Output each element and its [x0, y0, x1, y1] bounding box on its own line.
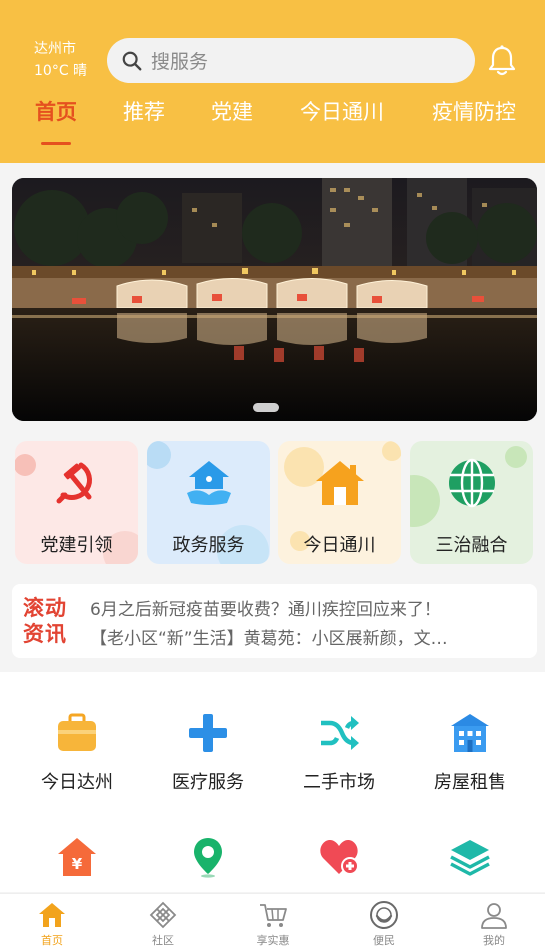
service-label: 今日达州 — [41, 772, 113, 793]
category-card-tongchuan[interactable]: 今日通川 — [278, 441, 401, 564]
user-icon — [481, 903, 507, 929]
news-ticker[interactable]: 滚动资讯 6月之后新冠疫苗要收费？通川疾控回应来了！ 【老小区“新”生活】黄葛苑… — [12, 584, 537, 658]
smile-chat-icon — [370, 901, 398, 929]
city-label: 达州市 — [34, 41, 76, 57]
active-tab-indicator — [41, 142, 71, 145]
service-today-dazhou[interactable]: 今日达州 — [12, 712, 142, 794]
carousel-indicator[interactable] — [253, 403, 279, 412]
shuffle-icon — [321, 716, 359, 750]
news-item[interactable]: 【老小区“新”生活】黄葛苑：小区展新颜，文… — [90, 624, 510, 649]
category-label: 三治融合 — [435, 535, 508, 556]
house-hand-icon — [187, 461, 231, 505]
nav-convenience[interactable]: 便民 — [344, 900, 424, 948]
category-card-party[interactable]: 党建引领 — [15, 441, 138, 564]
bottom-nav: 首页 社区 享实惠 便民 我的 — [0, 893, 545, 952]
category-card-governance[interactable]: 三治融合 — [410, 441, 533, 564]
building-icon — [451, 714, 489, 752]
nav-label: 我的 — [483, 934, 505, 947]
heart-plus-icon — [320, 840, 359, 875]
category-label: 政务服务 — [172, 535, 245, 556]
tab-tongchuan[interactable]: 今日通川 — [300, 96, 384, 126]
news-item[interactable]: 6月之后新冠疫苗要收费？通川疾控回应来了！ — [90, 595, 510, 620]
svg-text:¥: ¥ — [72, 855, 83, 873]
service-label: 房屋租售 — [434, 772, 506, 793]
weather-label: 10°C 晴 — [34, 63, 88, 79]
services-grid: 今日达州 医疗服务 二手市场 房屋租售 ¥ — [0, 672, 545, 892]
service-label: 医疗服务 — [172, 772, 244, 793]
tab-recommend[interactable]: 推荐 — [123, 96, 165, 126]
service-yuan-house[interactable]: ¥ — [12, 836, 142, 892]
location-weather[interactable]: 达州市 10°C 晴 — [34, 38, 87, 82]
nav-label: 享实惠 — [256, 934, 290, 947]
service-housing[interactable]: 房屋租售 — [405, 712, 535, 794]
service-label: 二手市场 — [303, 772, 375, 793]
banner-image — [12, 178, 537, 421]
globe-icon — [449, 458, 495, 508]
home-icon — [39, 903, 65, 927]
search-icon — [122, 51, 142, 70]
category-card-government[interactable]: 政务服务 — [147, 441, 270, 564]
service-medical[interactable]: 医疗服务 — [143, 712, 273, 794]
nav-label: 首页 — [41, 934, 63, 947]
tab-home[interactable]: 首页 — [35, 96, 77, 126]
top-tabs: 首页 推荐 党建 今日通川 疫情防控 — [0, 96, 545, 146]
nav-home[interactable]: 首页 — [12, 900, 92, 948]
nav-label: 便民 — [373, 934, 395, 947]
medical-cross-icon — [189, 714, 227, 752]
search-placeholder: 搜服务 — [151, 51, 209, 73]
hammer-sickle-icon — [56, 462, 92, 504]
community-icon — [149, 901, 177, 929]
service-layers[interactable] — [405, 836, 535, 892]
nav-mine[interactable]: 我的 — [454, 900, 534, 948]
nav-deals[interactable]: 享实惠 — [233, 900, 313, 948]
search-bar[interactable]: 搜服务 — [107, 38, 475, 83]
briefcase-icon — [58, 713, 96, 751]
category-label: 党建引领 — [40, 535, 113, 556]
banner-carousel[interactable] — [12, 178, 537, 421]
nav-label: 社区 — [152, 934, 174, 947]
service-location[interactable] — [143, 836, 273, 892]
tab-party[interactable]: 党建 — [211, 96, 253, 126]
bell-icon[interactable] — [486, 44, 518, 78]
category-label: 今日通川 — [303, 535, 376, 556]
yuan-house-icon: ¥ — [58, 838, 96, 876]
tab-epidemic[interactable]: 疫情防控 — [432, 96, 516, 126]
layers-icon — [450, 840, 490, 876]
header: 达州市 10°C 晴 搜服务 首页 推荐 党建 今日通川 疫情防控 — [0, 0, 545, 163]
cart-icon — [260, 904, 287, 927]
news-badge: 滚动资讯 — [23, 596, 67, 646]
nav-community[interactable]: 社区 — [123, 900, 203, 948]
home-icon — [316, 461, 364, 505]
service-second-hand[interactable]: 二手市场 — [274, 712, 404, 794]
service-health[interactable] — [274, 836, 404, 892]
map-pin-icon — [194, 838, 222, 878]
